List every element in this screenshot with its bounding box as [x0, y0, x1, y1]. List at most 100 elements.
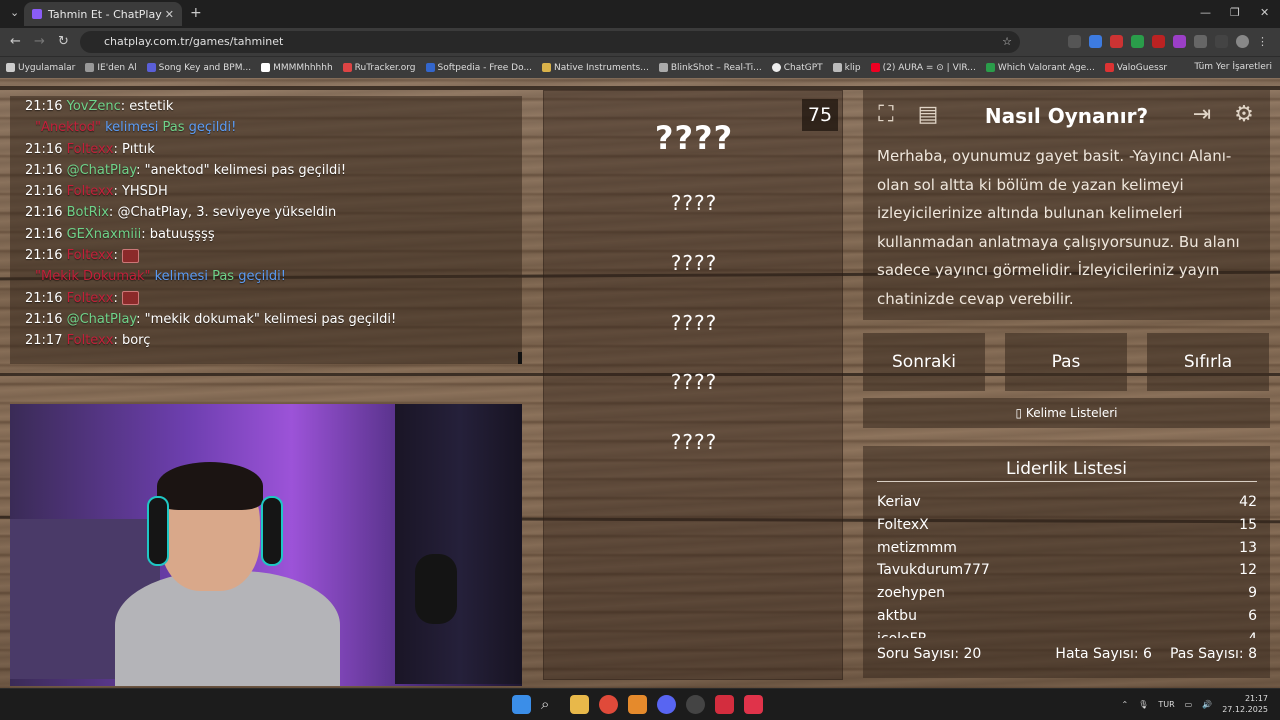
- new-tab-icon[interactable]: +: [190, 5, 202, 21]
- chat-username[interactable]: Foltexx: [67, 142, 114, 157]
- chat-username[interactable]: "Mekik Dokumak": [35, 269, 150, 284]
- pass-button[interactable]: Pas: [1005, 333, 1127, 391]
- url-input[interactable]: chatplay.com.tr/games/tahminet ☆: [80, 31, 1020, 53]
- menu-icon[interactable]: ⋮: [1257, 35, 1270, 48]
- error-count: Hata Sayısı: 6: [1055, 646, 1152, 662]
- exit-icon[interactable]: ⇥: [1185, 98, 1219, 132]
- bookmark-item[interactable]: Softpedia - Free Do...: [425, 63, 532, 73]
- extension-icon[interactable]: [1131, 35, 1144, 48]
- webcam-feed: [10, 404, 522, 686]
- chat-message: 21:16 Foltexx: Pıttık: [10, 139, 522, 160]
- maximize-icon[interactable]: ❐: [1230, 6, 1240, 19]
- chat-username[interactable]: Foltexx: [67, 333, 114, 348]
- bookmark-item[interactable]: ValoGuessr: [1104, 63, 1167, 73]
- close-window-icon[interactable]: ✕: [1260, 6, 1269, 19]
- chat-message: "Anektod" kelimesi Pas geçildi!: [10, 117, 522, 138]
- reload-icon[interactable]: ↻: [58, 34, 69, 49]
- extension-icon[interactable]: [1152, 35, 1165, 48]
- all-bookmarks[interactable]: Tüm Yer İşaretleri: [1194, 62, 1272, 72]
- chat-separator: :: [141, 226, 150, 242]
- leaderboard-row: Tavukdurum777 12: [877, 559, 1257, 582]
- microphone-icon[interactable]: 🎙: [1138, 700, 1148, 709]
- chat-username[interactable]: @ChatPlay: [67, 312, 137, 327]
- chat-timestamp: 21:16: [25, 162, 63, 178]
- bookmark-item[interactable]: IE'den Al: [85, 63, 137, 73]
- browser-tab[interactable]: Tahmin Et - ChatPlay ✕: [24, 2, 182, 26]
- bookmark-item[interactable]: BlinkShot – Real-Ti...: [658, 63, 762, 73]
- address-bar-row: ← → ↻ chatplay.com.tr/games/tahminet ☆ ⋮: [0, 28, 1280, 56]
- back-icon[interactable]: ←: [10, 34, 21, 49]
- bookmark-item[interactable]: klip: [832, 63, 861, 73]
- tab-search-icon[interactable]: ⌄: [10, 6, 19, 19]
- gear-icon[interactable]: ⚙: [1227, 98, 1261, 132]
- steam-icon[interactable]: [686, 695, 705, 714]
- windows-start-icon[interactable]: [512, 695, 531, 714]
- chevron-up-icon[interactable]: ⌃: [1121, 700, 1128, 709]
- chat-message: 21:16 @ChatPlay: "anektod" kelimesi pas …: [10, 160, 522, 181]
- bookmark-item[interactable]: RuTracker.org: [342, 63, 416, 73]
- divider: [877, 481, 1257, 482]
- fl-studio-icon[interactable]: [628, 695, 647, 714]
- leaderboard-row: zoehypen 9: [877, 582, 1257, 605]
- chat-text: @ChatPlay, 3. seviyeye yükseldin: [117, 205, 337, 221]
- word-lists-button[interactable]: ▯ Kelime Listeleri: [863, 398, 1270, 428]
- chatplay-favicon-icon: [32, 9, 42, 19]
- bookmark-item[interactable]: Uygulamalar: [6, 63, 75, 73]
- close-tab-icon[interactable]: ✕: [165, 8, 174, 21]
- chat-system-text: Pas: [207, 269, 235, 285]
- file-explorer-icon[interactable]: [570, 695, 589, 714]
- chat-separator: :: [113, 290, 122, 306]
- chat-username[interactable]: "Anektod": [35, 120, 101, 135]
- app-icon[interactable]: [744, 695, 763, 714]
- chrome-icon[interactable]: [599, 695, 618, 714]
- chat-username[interactable]: @ChatPlay: [67, 163, 137, 178]
- bookmark-item[interactable]: Song Key and BPM...: [146, 63, 251, 73]
- bookmark-item[interactable]: Native Instruments...: [542, 63, 649, 73]
- extension-icon[interactable]: [1110, 35, 1123, 48]
- chat-username[interactable]: YovZenc: [67, 99, 121, 114]
- chat-panel: 21:16 YovZenc: estetik "Anektod" kelimesi…: [10, 96, 522, 364]
- next-button[interactable]: Sonraki: [863, 333, 985, 391]
- volume-icon[interactable]: 🔊: [1202, 700, 1212, 709]
- minimize-icon[interactable]: —: [1200, 6, 1211, 19]
- chat-username[interactable]: GEXnaxmiii: [67, 227, 142, 242]
- leaderboard-list[interactable]: Keriav 42 FoltexX 15 metizmmm 13 Tavukdurum777…: [877, 491, 1257, 638]
- chat-message: 21:16 Foltexx: YHSDH: [10, 181, 522, 202]
- discord-icon[interactable]: [657, 695, 676, 714]
- app-icon[interactable]: [715, 695, 734, 714]
- forbidden-word: ????: [670, 191, 718, 215]
- media-icon[interactable]: [1215, 35, 1228, 48]
- bookmark-item[interactable]: Which Valorant Age...: [985, 63, 1095, 73]
- search-icon[interactable]: ⌕: [541, 695, 560, 714]
- bookmark-item[interactable]: (2) AURA = ⊙ | VIR...: [870, 63, 976, 73]
- chat-username[interactable]: Foltexx: [67, 184, 114, 199]
- chat-username[interactable]: Foltexx: [67, 291, 114, 306]
- clock-date: 27.12.2025: [1222, 705, 1268, 714]
- forward-icon[interactable]: →: [34, 34, 45, 49]
- chat-scrollbar[interactable]: [518, 352, 522, 364]
- game-page: 21:16 YovZenc: estetik "Anektod" kelimesi…: [0, 78, 1280, 688]
- bookmark-item[interactable]: MMMMhhhhh: [261, 63, 333, 73]
- puzzle-icon[interactable]: [1194, 35, 1207, 48]
- bookmarks-bar: Uygulamalar IE'den Al Song Key and BPM..…: [0, 56, 1280, 78]
- chat-username[interactable]: BotRix: [67, 205, 109, 220]
- chat-separator: :: [136, 162, 145, 178]
- profile-avatar[interactable]: [1236, 35, 1249, 48]
- bookmark-item[interactable]: ChatGPT: [771, 63, 823, 73]
- clock[interactable]: 21:17 27.12.2025: [1222, 693, 1268, 715]
- leaderboard-row: FoltexX 15: [877, 514, 1257, 537]
- star-icon[interactable]: ☆: [1002, 31, 1012, 53]
- leaderboard-row: metizmmm 13: [877, 537, 1257, 560]
- extension-icon[interactable]: [1173, 35, 1186, 48]
- chat-separator: :: [136, 311, 145, 327]
- player-score: 9: [1248, 585, 1257, 602]
- extension-icon[interactable]: [1089, 35, 1102, 48]
- language-indicator[interactable]: TUR: [1158, 700, 1174, 709]
- extension-icon[interactable]: [1068, 35, 1081, 48]
- reset-button[interactable]: Sıfırla: [1147, 333, 1269, 391]
- chat-username[interactable]: Foltexx: [67, 248, 114, 263]
- chat-system-text: Pas: [158, 120, 185, 136]
- player-score: 42: [1239, 494, 1257, 510]
- chat-system-text: geçildi!: [184, 120, 237, 136]
- network-icon[interactable]: ▭: [1185, 700, 1193, 709]
